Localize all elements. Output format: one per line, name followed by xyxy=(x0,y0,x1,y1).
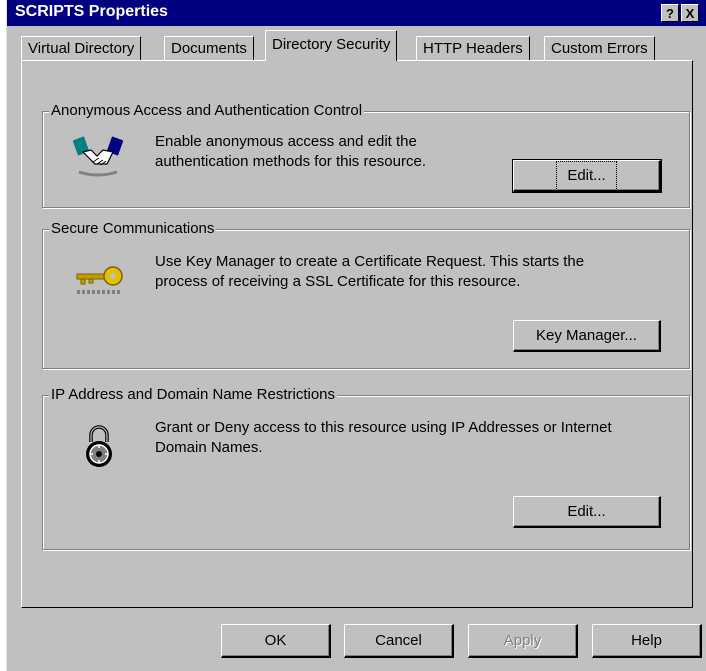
close-title-button[interactable]: X xyxy=(681,4,699,22)
key-manager-button[interactable]: Key Manager... xyxy=(513,320,661,352)
ip-desc-line2: Domain Names. xyxy=(155,439,263,456)
anonymous-desc-line2: authentication methods for this resource… xyxy=(155,153,426,170)
tab-documents[interactable]: Documents xyxy=(164,36,254,60)
ip-edit-button[interactable]: Edit... xyxy=(513,496,661,528)
group-anonymous-access: Anonymous Access and Authentication Cont… xyxy=(42,102,690,208)
tab-strip: Virtual Directory Documents Directory Se… xyxy=(21,30,701,61)
group-ip-restrictions: IP Address and Domain Name Restrictions … xyxy=(42,386,690,550)
anonymous-edit-label: Edit... xyxy=(556,161,617,191)
apply-button[interactable]: Apply xyxy=(468,624,578,658)
group-secure-communications: Secure Communications Use Key Manager to… xyxy=(42,220,690,369)
secure-description: Use Key Manager to create a Certificate … xyxy=(155,252,584,292)
ip-desc-line1: Grant or Deny access to this resource us… xyxy=(155,419,612,436)
anonymous-description: Enable anonymous access and edit the aut… xyxy=(155,132,426,172)
ip-description: Grant or Deny access to this resource us… xyxy=(155,418,612,458)
ok-button[interactable]: OK xyxy=(221,624,331,658)
key-icon xyxy=(76,266,123,294)
padlock-icon xyxy=(86,425,112,467)
anonymous-edit-button[interactable]: Edit... xyxy=(512,159,662,193)
help-title-button[interactable]: ? xyxy=(661,4,679,22)
secure-desc-line2: process of receiving a SSL Certificate f… xyxy=(155,273,521,290)
group-title-ip: IP Address and Domain Name Restrictions xyxy=(49,386,338,403)
title-bar: SCRIPTS Properties ? X xyxy=(7,0,706,26)
anonymous-desc-line1: Enable anonymous access and edit the xyxy=(155,133,417,150)
tab-panel: Anonymous Access and Authentication Cont… xyxy=(21,60,693,608)
cancel-button[interactable]: Cancel xyxy=(344,624,454,658)
tab-directory-security[interactable]: Directory Security xyxy=(265,30,398,61)
window-title: SCRIPTS Properties xyxy=(15,3,168,20)
tab-virtual-directory[interactable]: Virtual Directory xyxy=(21,36,142,60)
group-title-anonymous: Anonymous Access and Authentication Cont… xyxy=(49,102,365,119)
group-title-secure: Secure Communications xyxy=(49,220,217,237)
tab-custom-errors[interactable]: Custom Errors xyxy=(544,36,655,60)
secure-desc-line1: Use Key Manager to create a Certificate … xyxy=(155,253,585,270)
properties-dialog: SCRIPTS Properties ? X Virtual Directory… xyxy=(6,0,706,671)
help-button[interactable]: Help xyxy=(592,624,702,658)
handshake-icon xyxy=(73,136,123,177)
tab-http-headers[interactable]: HTTP Headers xyxy=(416,36,530,60)
